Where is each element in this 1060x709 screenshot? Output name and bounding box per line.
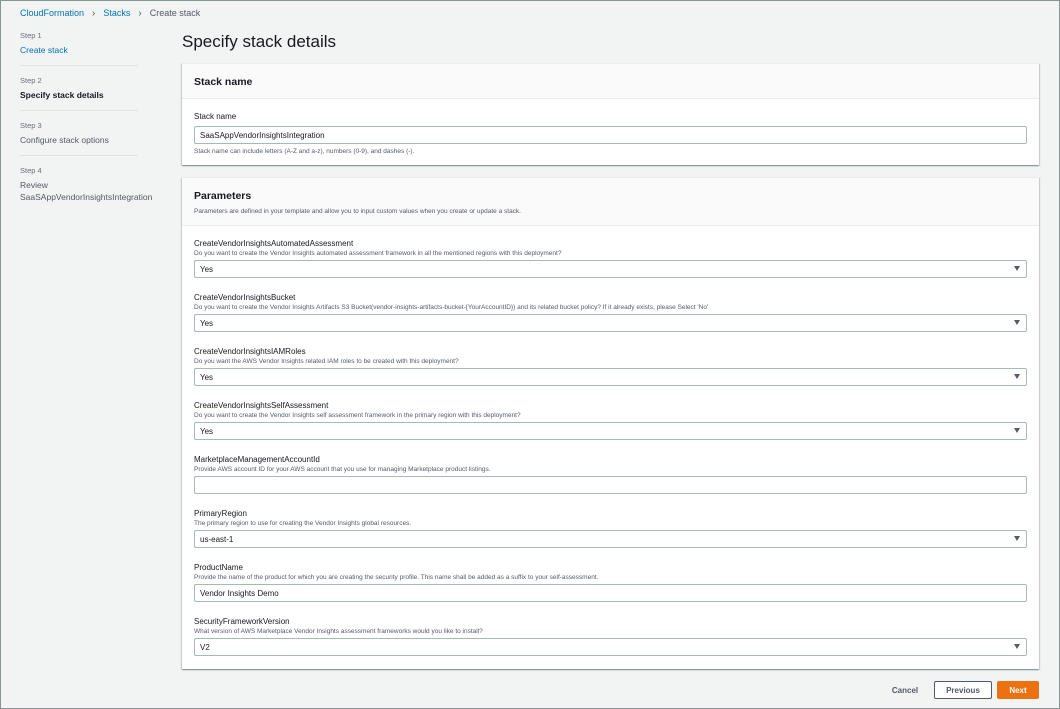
field-label: CreateVendorInsightsAutomatedAssessment bbox=[194, 239, 354, 248]
select-value: us-east-1 bbox=[200, 534, 234, 544]
step-number: Step 1 bbox=[20, 31, 42, 40]
select-value: Yes bbox=[200, 426, 214, 436]
panel-header: Stack name bbox=[182, 64, 1039, 99]
param-create-iam-roles: CreateVendorInsightsIAMRoles Do you want… bbox=[194, 347, 1027, 386]
previous-button[interactable]: Previous bbox=[934, 681, 992, 699]
step-label-current: Specify stack details bbox=[20, 90, 104, 100]
wizard-step-3: Step 3 Configure stack options bbox=[20, 121, 138, 156]
breadcrumb-current: Create stack bbox=[149, 8, 201, 18]
iam-roles-select[interactable]: Yes bbox=[194, 368, 1027, 386]
field-label: CreateVendorInsightsBucket bbox=[194, 293, 296, 302]
field-label: Stack name bbox=[194, 112, 237, 121]
framework-version-select[interactable]: V2 bbox=[194, 638, 1027, 656]
wizard-step-4: Step 4 Review SaaSAppVendorInsightsInteg… bbox=[20, 166, 153, 212]
breadcrumb-stacks[interactable]: Stacks bbox=[103, 8, 130, 18]
wizard-steps: Step 1 Create stack Step 2 Specify stack… bbox=[20, 31, 153, 222]
parameters-panel: Parameters Parameters are defined in you… bbox=[182, 177, 1039, 669]
caret-down-icon bbox=[1014, 320, 1020, 325]
marketplace-account-id-input[interactable] bbox=[194, 476, 1027, 494]
field-label: ProductName bbox=[194, 563, 243, 572]
next-button[interactable]: Next bbox=[997, 681, 1039, 699]
param-create-automated-assessment: CreateVendorInsightsAutomatedAssessment … bbox=[194, 239, 1027, 278]
caret-down-icon bbox=[1014, 266, 1020, 271]
field-label: PrimaryRegion bbox=[194, 509, 247, 518]
panel-header: Parameters Parameters are defined in you… bbox=[182, 178, 1039, 226]
field-description: Provide the name of the product for whic… bbox=[194, 574, 599, 581]
select-value: Yes bbox=[200, 318, 214, 328]
param-product-name: ProductName Provide the name of the prod… bbox=[194, 563, 1027, 602]
caret-down-icon bbox=[1014, 374, 1020, 379]
step-link-create-stack[interactable]: Create stack bbox=[20, 44, 138, 56]
input-value: Vendor Insights Demo bbox=[200, 588, 279, 598]
breadcrumb-cloudformation[interactable]: CloudFormation bbox=[20, 8, 84, 18]
field-label: CreateVendorInsightsIAMRoles bbox=[194, 347, 306, 356]
automated-assessment-select[interactable]: Yes bbox=[194, 260, 1027, 278]
wizard-step-2: Step 2 Specify stack details bbox=[20, 76, 138, 111]
field-description: Do you want to create the Vendor Insight… bbox=[194, 412, 521, 419]
stack-name-panel: Stack name Stack name SaaSAppVendorInsig… bbox=[182, 63, 1039, 165]
field-description: Provide AWS account ID for your AWS acco… bbox=[194, 466, 491, 473]
stack-name-field: Stack name SaaSAppVendorInsightsIntegrat… bbox=[194, 112, 1027, 155]
input-value: SaaSAppVendorInsightsIntegration bbox=[200, 130, 325, 140]
bucket-select[interactable]: Yes bbox=[194, 314, 1027, 332]
cancel-button[interactable]: Cancel bbox=[886, 681, 924, 699]
step-number: Step 3 bbox=[20, 121, 42, 130]
step-label: Review SaaSAppVendorInsightsIntegration bbox=[20, 180, 153, 202]
panel-heading: Stack name bbox=[194, 76, 253, 88]
field-description: The primary region to use for creating t… bbox=[194, 520, 412, 527]
step-label: Configure stack options bbox=[20, 135, 109, 145]
caret-down-icon bbox=[1014, 644, 1020, 649]
self-assessment-select[interactable]: Yes bbox=[194, 422, 1027, 440]
param-primary-region: PrimaryRegion The primary region to use … bbox=[194, 509, 1027, 548]
select-value: V2 bbox=[200, 642, 210, 652]
product-name-input[interactable]: Vendor Insights Demo bbox=[194, 584, 1027, 602]
field-label: SecurityFrameworkVersion bbox=[194, 617, 290, 626]
param-create-self-assessment: CreateVendorInsightsSelfAssessment Do yo… bbox=[194, 401, 1027, 440]
field-description: Do you want the AWS Vendor Insights rela… bbox=[194, 358, 459, 365]
step-number: Step 4 bbox=[20, 166, 42, 175]
field-label: CreateVendorInsightsSelfAssessment bbox=[194, 401, 329, 410]
panel-heading: Parameters bbox=[194, 190, 252, 202]
breadcrumb: CloudFormation › Stacks › Create stack bbox=[20, 7, 201, 19]
field-description: Do you want to create the Vendor Insight… bbox=[194, 304, 709, 311]
stack-name-input[interactable]: SaaSAppVendorInsightsIntegration bbox=[194, 126, 1027, 144]
param-marketplace-account-id: MarketplaceManagementAccountId Provide A… bbox=[194, 455, 1027, 494]
panel-description: Parameters are defined in your template … bbox=[194, 208, 521, 215]
field-description: What version of AWS Marketplace Vendor I… bbox=[194, 628, 483, 635]
chevron-right-icon: › bbox=[138, 7, 142, 19]
select-value: Yes bbox=[200, 372, 214, 382]
step-number: Step 2 bbox=[20, 76, 42, 85]
field-hint: Stack name can include letters (A-Z and … bbox=[194, 148, 415, 155]
wizard-footer: Cancel Previous Next bbox=[1, 681, 1060, 701]
select-value: Yes bbox=[200, 264, 214, 274]
field-description: Do you want to create the Vendor Insight… bbox=[194, 250, 562, 257]
caret-down-icon bbox=[1014, 536, 1020, 541]
field-label: MarketplaceManagementAccountId bbox=[194, 455, 320, 464]
param-create-bucket: CreateVendorInsightsBucket Do you want t… bbox=[194, 293, 1027, 332]
param-security-framework-version: SecurityFrameworkVersion What version of… bbox=[194, 617, 1027, 656]
page-title: Specify stack details bbox=[182, 32, 337, 51]
primary-region-select[interactable]: us-east-1 bbox=[194, 530, 1027, 548]
wizard-step-1: Step 1 Create stack bbox=[20, 31, 138, 66]
chevron-right-icon: › bbox=[92, 7, 96, 19]
caret-down-icon bbox=[1014, 428, 1020, 433]
